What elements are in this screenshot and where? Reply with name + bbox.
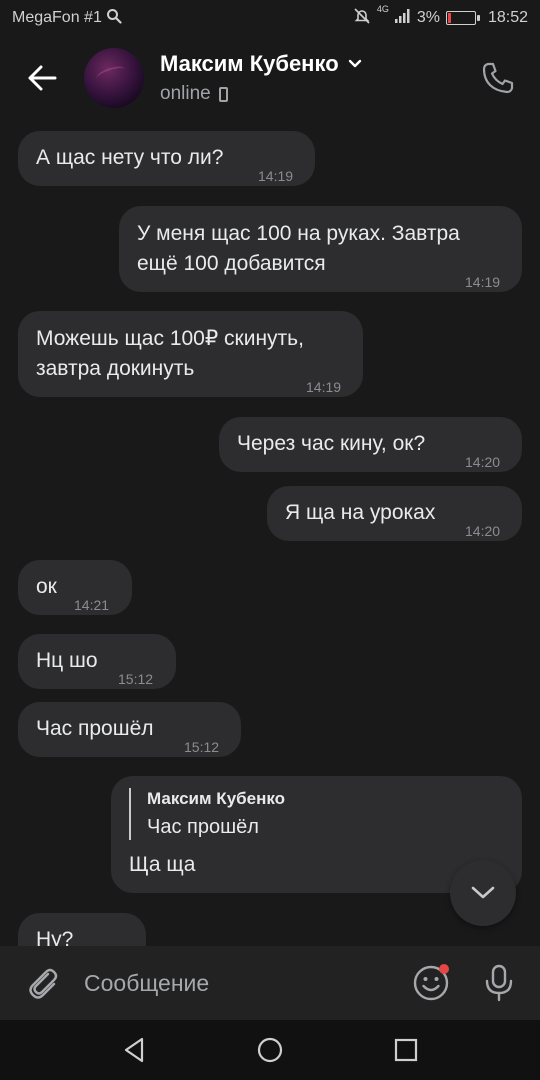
contact-info[interactable]: Максим Кубенко online [160,51,363,105]
battery-percent: 3% [416,9,440,26]
circle-home-icon [257,1037,283,1063]
back-button[interactable] [12,48,72,108]
message-bubble-incoming[interactable]: ок 14:21 [18,560,132,615]
contact-name-row: Максим Кубенко [160,51,363,77]
message-time: 15:12 [184,739,220,755]
message-bubble-incoming[interactable]: Ну? [18,913,146,946]
chat-header: Максим Кубенко online [0,36,540,120]
status-left: MegaFon #1 [12,8,122,29]
message-text: Я ща на уроках [285,501,436,524]
message-text: Час прошёл [36,717,154,740]
clock: 18:52 [487,9,528,26]
reply-quote[interactable]: Максим Кубенко Час прошёл [129,788,285,840]
attach-button[interactable] [18,958,68,1008]
message-time: 15:12 [118,671,154,687]
contact-status-row: online [160,83,363,105]
message-list[interactable]: А щас нету что ли? 14:19 У меня щас 100 … [0,120,540,946]
system-navigation-bar [0,1020,540,1080]
avatar[interactable] [84,48,144,108]
microphone-icon [485,964,513,1002]
message-time: 14:19 [258,168,294,184]
carrier-name: MegaFon #1 [12,9,102,26]
contact-name: Максим Кубенко [160,51,339,76]
reply-author: Максим Кубенко [147,789,286,808]
nav-home-button[interactable] [250,1030,290,1070]
message-time: 14:19 [306,379,342,395]
mute-icon [353,7,371,30]
network-label: 4G [376,3,389,14]
phone-icon [482,62,514,94]
reply-text: Час прошёл [147,816,259,838]
message-text: Через час кину, ок? [237,432,426,455]
mobile-phone-icon [218,86,228,102]
signal-icon [394,8,411,28]
message-bubble-outgoing[interactable]: Я ща на уроках 14:20 [267,486,522,541]
nav-recents-button[interactable] [386,1030,426,1070]
notification-dot [439,964,449,974]
message-text: Можешь щас 100₽ скинуть, завтра докинуть [36,327,304,380]
message-input[interactable] [84,961,384,1005]
message-time: 14:20 [465,523,501,539]
message-time: 14:19 [465,274,501,290]
paperclip-icon [29,968,58,999]
arrow-left-icon [28,65,57,91]
voice-message-button[interactable] [476,960,522,1006]
message-time: 14:21 [74,597,110,613]
call-button[interactable] [476,56,520,100]
message-bubble-incoming[interactable]: Нц шо 15:12 [18,634,176,689]
message-time: 14:20 [465,454,501,470]
battery-icon [445,11,480,25]
message-text: Ну? [36,928,74,946]
message-text: Ща ща [129,853,196,876]
message-bubble-incoming[interactable]: А щас нету что ли? 14:19 [18,131,315,186]
triangle-back-icon [124,1037,144,1063]
chevron-down-icon [348,59,361,68]
status-right: 4G 3% 18:52 [353,3,528,30]
message-bubble-incoming[interactable]: Час прошёл 15:12 [18,702,241,757]
message-text: ок [36,575,57,598]
chevron-down-icon [471,886,495,899]
battery-level [447,13,451,23]
message-text: У меня щас 100 на руках. Завтра ещё 100 … [137,222,460,275]
online-status: online [160,83,211,104]
emoji-button[interactable] [408,960,454,1006]
square-recents-icon [394,1038,418,1062]
message-text: А щас нету что ли? [36,146,224,169]
scroll-down-button[interactable] [450,860,516,926]
message-composer [0,946,540,1020]
message-text: Нц шо [36,649,98,672]
status-bar: MegaFon #1 4G 3% 18:52 [0,0,540,36]
message-bubble-outgoing[interactable]: Через час кину, ок? 14:20 [219,417,522,472]
message-bubble-outgoing[interactable]: У меня щас 100 на руках. Завтра ещё 100 … [119,206,522,292]
search-icon [106,8,122,29]
nav-back-button[interactable] [114,1030,154,1070]
message-bubble-incoming[interactable]: Можешь щас 100₽ скинуть, завтра докинуть… [18,311,363,397]
